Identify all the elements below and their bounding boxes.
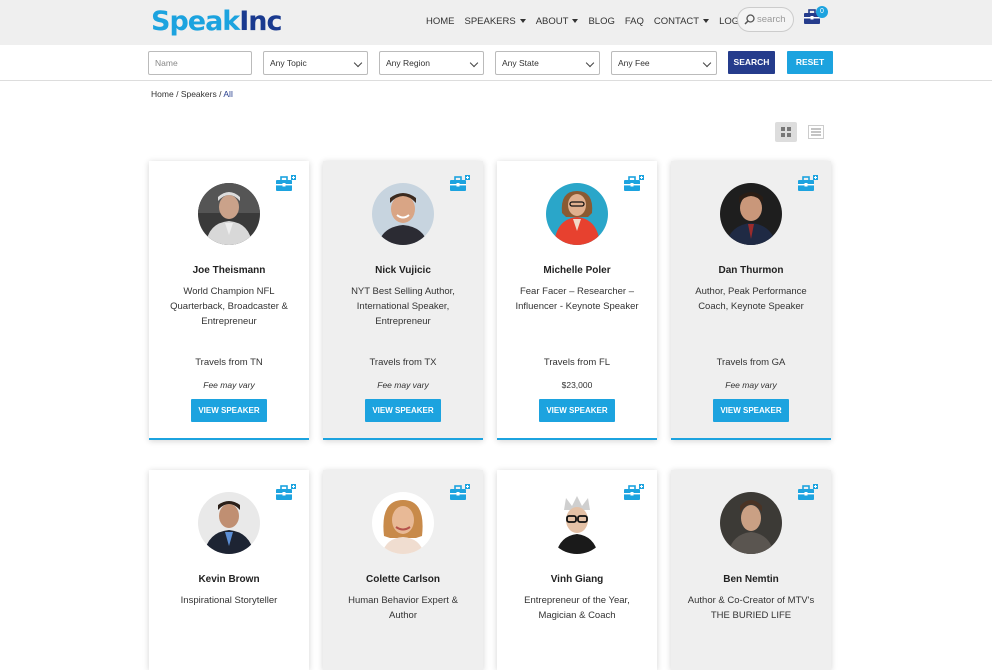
view-speaker-button[interactable]: VIEW SPEAKER: [191, 399, 267, 422]
breadcrumb: Home / Speakers / All: [151, 89, 233, 99]
speaker-card: Colette Carlson Human Behavior Expert & …: [323, 470, 483, 670]
speaker-travel: Travels from FL: [543, 357, 611, 368]
reset-button[interactable]: RESET: [787, 51, 833, 74]
breadcrumb-home[interactable]: Home: [151, 89, 174, 99]
speaker-card: Joe Theismann World Champion NFL Quarter…: [149, 161, 309, 440]
speaker-name[interactable]: Nick Vujicic: [323, 265, 483, 276]
region-select[interactable]: Any Region: [379, 51, 484, 75]
speaker-card: Vinh Giang Entrepreneur of the Year, Mag…: [497, 470, 657, 670]
speaker-photo[interactable]: [546, 183, 608, 245]
speaker-title: Human Behavior Expert & Author: [348, 595, 458, 621]
speaker-fee: $23,000: [561, 380, 593, 390]
speaker-title: Author, Peak Performance Coach, Keynote …: [695, 286, 807, 312]
speaker-title: NYT Best Selling Author, International S…: [351, 286, 455, 327]
speaker-card: Michelle Poler Fear Facer – Researcher –…: [497, 161, 657, 440]
speaker-photo[interactable]: [720, 492, 782, 554]
chevron-down-icon: [572, 19, 579, 24]
add-to-cart-icon[interactable]: [624, 484, 644, 502]
speaker-card: Kevin Brown Inspirational Storyteller: [149, 470, 309, 670]
speaker-fee: Fee may vary: [725, 380, 777, 390]
speaker-travel: Travels from TN: [195, 357, 263, 368]
search-input[interactable]: search: [737, 7, 794, 32]
chevron-down-icon: [469, 58, 479, 68]
nav-blog[interactable]: BLOG: [588, 16, 614, 28]
speaker-title: Inspirational Storyteller: [180, 595, 278, 606]
speaker-travel: Travels from GA: [716, 357, 786, 368]
speaker-photo[interactable]: [198, 492, 260, 554]
speaker-fee: Fee may vary: [377, 380, 429, 390]
speaker-name[interactable]: Colette Carlson: [323, 574, 483, 585]
add-to-cart-icon[interactable]: [798, 484, 818, 502]
chevron-down-icon: [703, 19, 710, 24]
speaker-name[interactable]: Kevin Brown: [149, 574, 309, 585]
add-to-cart-icon[interactable]: [276, 175, 296, 193]
speaker-title: World Champion NFL Quarterback, Broadcas…: [170, 286, 288, 327]
speaker-name[interactable]: Dan Thurmon: [671, 265, 831, 276]
nav-home[interactable]: HOME: [426, 16, 455, 28]
breadcrumb-speakers[interactable]: Speakers: [181, 89, 217, 99]
search-icon: [744, 14, 755, 25]
list-view-toggle[interactable]: [805, 122, 827, 142]
grid-view-toggle[interactable]: [775, 122, 797, 142]
nav-contact[interactable]: CONTACT: [654, 16, 710, 28]
view-speaker-button[interactable]: VIEW SPEAKER: [713, 399, 789, 422]
nav-faq[interactable]: FAQ: [625, 16, 644, 28]
speaker-name[interactable]: Vinh Giang: [497, 574, 657, 585]
speaker-title: Fear Facer – Researcher – Influencer - K…: [515, 286, 639, 312]
speaker-name[interactable]: Ben Nemtin: [671, 574, 831, 585]
speaker-card: Ben Nemtin Author & Co-Creator of MTV's …: [671, 470, 831, 670]
speaker-title: Author & Co-Creator of MTV's THE BURIED …: [687, 595, 815, 621]
breadcrumb-current: All: [223, 89, 233, 99]
list-icon: [808, 125, 824, 139]
speaker-photo[interactable]: [372, 492, 434, 554]
fee-select[interactable]: Any Fee: [611, 51, 717, 75]
cart-count-badge: 0: [816, 6, 828, 18]
filter-bar: Name Any Topic Any Region Any State Any …: [0, 45, 992, 81]
speaker-travel: Travels from TX: [369, 357, 437, 368]
speaker-photo[interactable]: [198, 183, 260, 245]
speaker-photo[interactable]: [720, 183, 782, 245]
view-speaker-button[interactable]: VIEW SPEAKER: [365, 399, 441, 422]
speakinc-logo[interactable]: SpeakInc: [151, 6, 283, 38]
name-filter-input[interactable]: Name: [148, 51, 252, 75]
speaker-card: Dan Thurmon Author, Peak Performance Coa…: [671, 161, 831, 440]
speaker-name[interactable]: Michelle Poler: [497, 265, 657, 276]
topic-select[interactable]: Any Topic: [263, 51, 368, 75]
chevron-down-icon: [702, 58, 712, 68]
nav-speakers[interactable]: SPEAKERS: [465, 16, 526, 28]
chevron-down-icon: [585, 58, 595, 68]
add-to-cart-icon[interactable]: [624, 175, 644, 193]
add-to-cart-icon[interactable]: [276, 484, 296, 502]
speaker-card: Nick Vujicic NYT Best Selling Author, In…: [323, 161, 483, 440]
add-to-cart-icon[interactable]: [450, 175, 470, 193]
speaker-fee: Fee may vary: [203, 380, 255, 390]
add-to-cart-icon[interactable]: [450, 484, 470, 502]
search-button[interactable]: SEARCH: [728, 51, 775, 74]
speaker-name[interactable]: Joe Theismann: [149, 265, 309, 276]
state-select[interactable]: Any State: [495, 51, 600, 75]
speaker-photo[interactable]: [372, 183, 434, 245]
chevron-down-icon: [519, 19, 526, 24]
main-nav: HOME SPEAKERS ABOUT BLOG FAQ CONTACT LOG…: [426, 16, 769, 28]
speaker-photo[interactable]: [546, 492, 608, 554]
top-navbar: SpeakInc HOME SPEAKERS ABOUT BLOG FAQ CO…: [0, 0, 992, 45]
chevron-down-icon: [353, 58, 363, 68]
grid-icon: [781, 127, 791, 137]
nav-about[interactable]: ABOUT: [536, 16, 579, 28]
add-to-cart-icon[interactable]: [798, 175, 818, 193]
speaker-title: Entrepreneur of the Year, Magician & Coa…: [524, 595, 630, 621]
view-speaker-button[interactable]: VIEW SPEAKER: [539, 399, 615, 422]
